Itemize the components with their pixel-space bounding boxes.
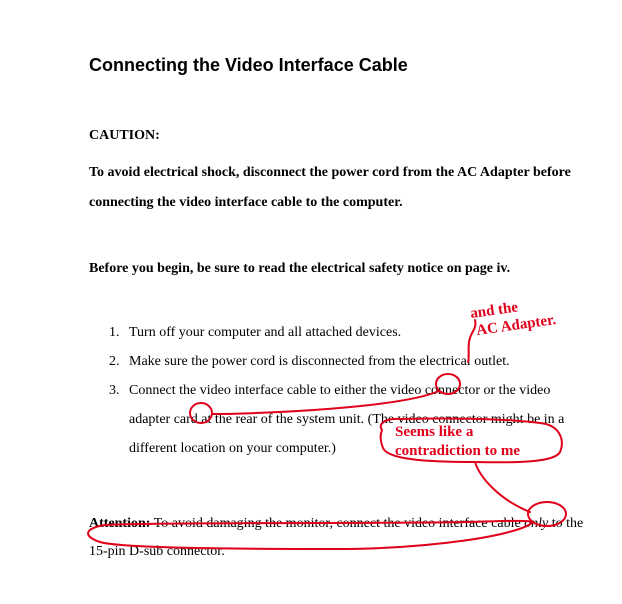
attention-body-before: To avoid damaging the monitor, connect t… — [150, 516, 524, 531]
step-number: 1. — [109, 318, 129, 347]
attention-label: Attention: — [89, 516, 150, 531]
caution-body: To avoid electrical shock, disconnect th… — [89, 158, 579, 218]
before-you-begin-notice: Before you begin, be sure to read the el… — [89, 261, 579, 277]
steps-list: 1. Turn off your computer and all attach… — [109, 318, 589, 463]
connector-line-2-icon — [475, 462, 530, 512]
list-item: 3. Connect the video interface cable to … — [109, 376, 589, 463]
step-text: Make sure the power cord is disconnected… — [129, 347, 589, 376]
page-title: Connecting the Video Interface Cable — [89, 55, 408, 76]
step-text: Turn off your computer and all attached … — [129, 318, 589, 347]
step-text: Connect the video interface cable to eit… — [129, 376, 589, 463]
list-item: 2. Make sure the power cord is disconnec… — [109, 347, 589, 376]
attention-only-word: only — [524, 516, 548, 531]
caution-label: CAUTION: — [89, 128, 160, 144]
step-number: 3. — [109, 376, 129, 463]
document-page: Connecting the Video Interface Cable CAU… — [0, 0, 622, 604]
list-item: 1. Turn off your computer and all attach… — [109, 318, 589, 347]
attention-paragraph: Attention: To avoid damaging the monitor… — [89, 510, 589, 566]
step-number: 2. — [109, 347, 129, 376]
